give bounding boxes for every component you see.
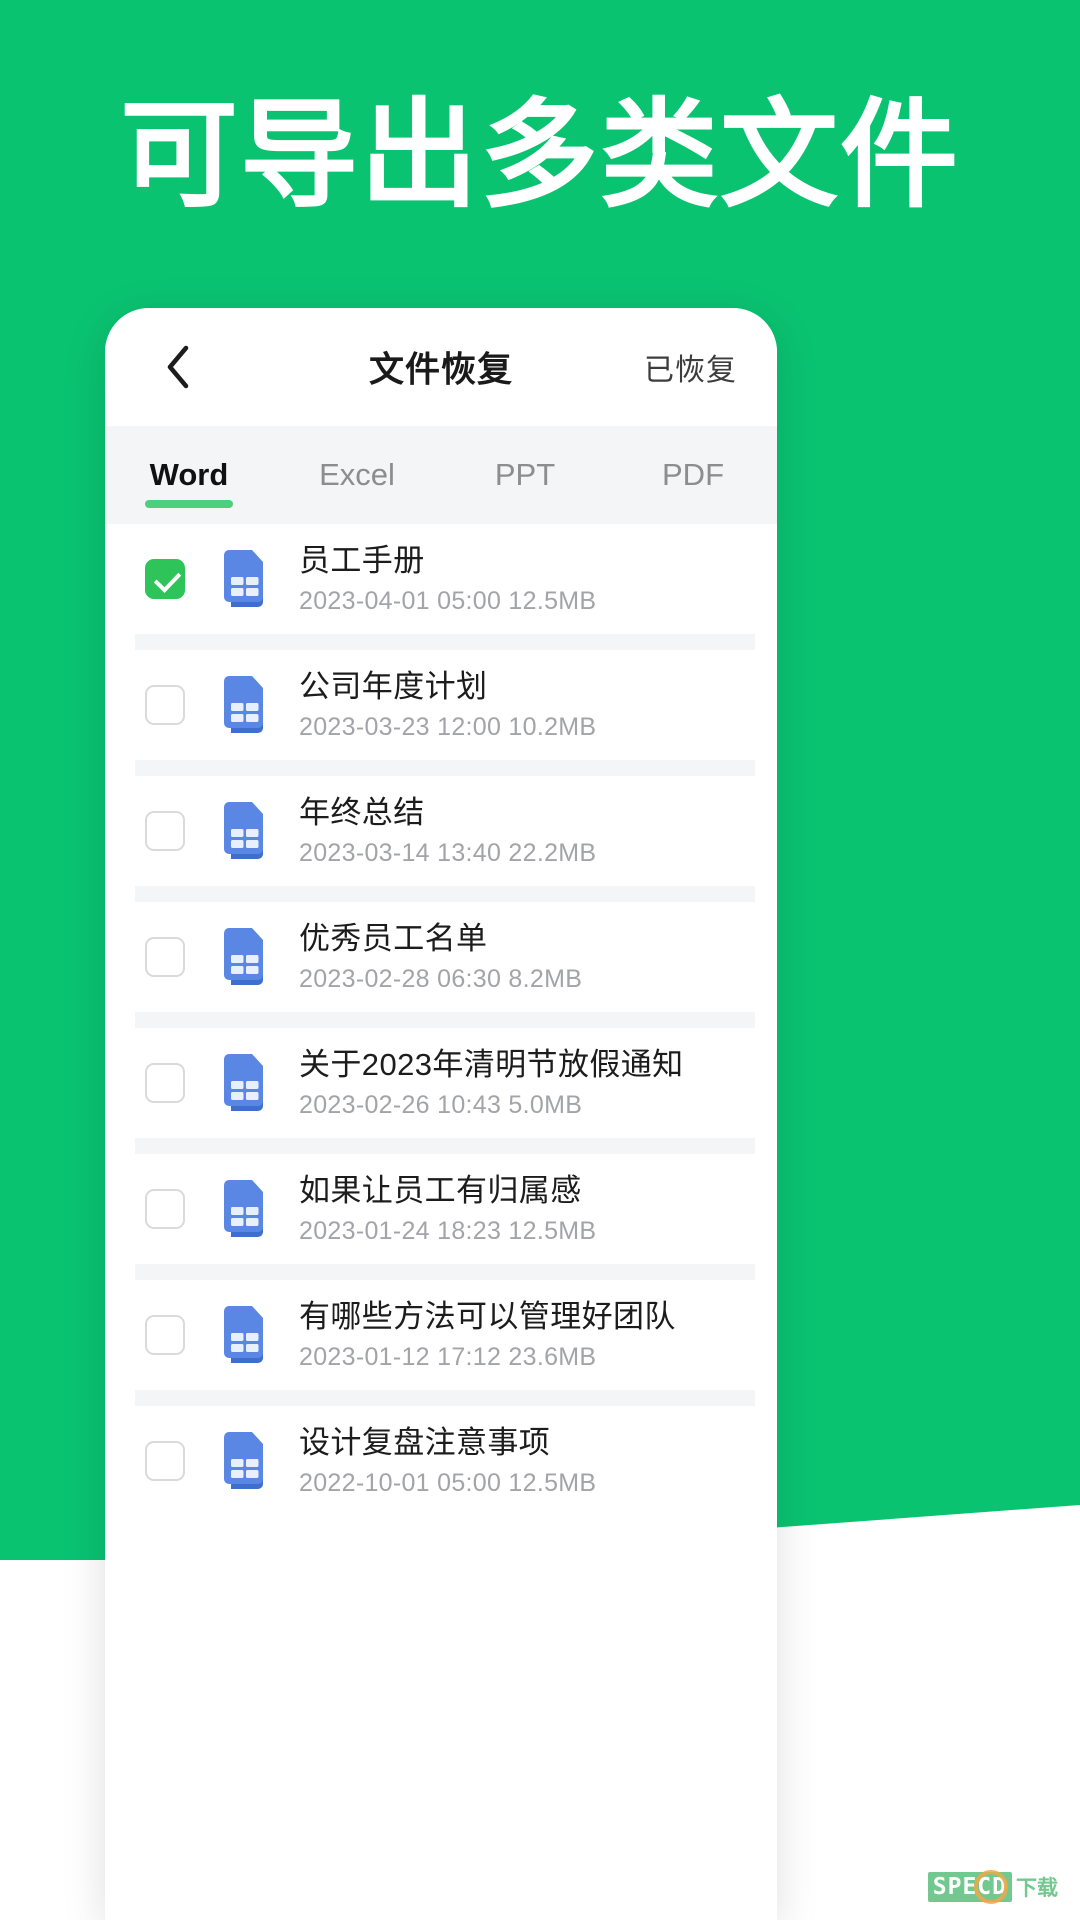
file-type-tabs: Word Excel PPT PDF: [105, 426, 777, 524]
file-row[interactable]: 关于2023年清明节放假通知 2023-02-26 10:43 5.0MB: [105, 1028, 777, 1138]
phone-mockup: 文件恢复 已恢复 Word Excel PPT PDF 员工手册 2023-04-…: [105, 308, 777, 1920]
file-subtext: 2023-02-26 10:43 5.0MB: [299, 1091, 583, 1120]
watermark-ring-icon: [973, 1870, 1008, 1904]
list-divider: [135, 1390, 755, 1406]
list-divider: [135, 1264, 755, 1280]
file-meta: 优秀员工名单 2023-02-28 06:30 8.2MB: [299, 920, 582, 995]
checkbox-unchecked[interactable]: [145, 811, 185, 851]
recovered-link[interactable]: 已恢复: [644, 345, 737, 389]
file-meta: 年终总结 2023-03-14 13:40 22.2MB: [299, 794, 596, 869]
promo-screenshot: 可导出多类文件 文件恢复 已恢复 Word Excel PPT PDF 员工手册…: [0, 0, 1080, 1920]
app-header: 文件恢复 已恢复: [105, 308, 777, 426]
file-list: 员工手册 2023-04-01 05:00 12.5MB 公司年度计划 2023-03…: [105, 524, 777, 1516]
file-subtext: 2023-01-12 17:12 23.6MB: [299, 1343, 597, 1372]
list-divider: [135, 760, 755, 776]
list-divider: [135, 886, 755, 902]
file-row[interactable]: 设计复盘注意事项 2022-10-01 05:00 12.5MB: [105, 1406, 777, 1516]
word-doc-icon: [219, 676, 269, 734]
list-divider: [135, 634, 755, 650]
edge-notch-top: [105, 524, 123, 642]
checkbox-unchecked[interactable]: [145, 1063, 185, 1103]
file-meta: 设计复盘注意事项 2022-10-01 05:00 12.5MB: [299, 1424, 596, 1499]
checkbox-unchecked[interactable]: [145, 1189, 185, 1229]
edge-notch-right: [759, 524, 777, 642]
file-subtext: 2023-04-01 05:00 12.5MB: [299, 587, 597, 616]
file-meta: 公司年度计划 2023-03-23 12:00 10.2MB: [299, 668, 596, 743]
edge-notch-bottom: [105, 650, 123, 768]
file-meta: 关于2023年清明节放假通知 2023-02-26 10:43 5.0MB: [299, 1046, 684, 1121]
file-row[interactable]: 公司年度计划 2023-03-23 12:00 10.2MB: [105, 650, 777, 760]
watermark: SPECD 下载: [927, 1870, 1058, 1904]
word-doc-icon: [219, 1054, 269, 1112]
file-subtext: 2023-03-14 13:40 22.2MB: [299, 839, 597, 868]
file-meta: 有哪些方法可以管理好团队 2023-01-12 17:12 23.6MB: [299, 1298, 676, 1373]
watermark-text: 下载: [1016, 1877, 1058, 1900]
word-doc-icon: [219, 550, 269, 608]
checkbox-checked[interactable]: [145, 559, 185, 599]
file-name: 关于2023年清明节放假通知: [299, 1046, 684, 1082]
checkbox-unchecked[interactable]: [145, 937, 185, 977]
file-name: 年终总结: [299, 794, 425, 830]
word-doc-icon: [219, 928, 269, 986]
file-meta: 员工手册 2023-04-01 05:00 12.5MB: [299, 542, 596, 617]
file-subtext: 2022-10-01 05:00 12.5MB: [299, 1469, 597, 1498]
file-subtext: 2023-01-24 18:23 12.5MB: [299, 1217, 597, 1246]
file-name: 如果让员工有归属感: [299, 1172, 582, 1208]
file-row[interactable]: 年终总结 2023-03-14 13:40 22.2MB: [105, 776, 777, 886]
checkbox-unchecked[interactable]: [145, 1441, 185, 1481]
word-doc-icon: [219, 1306, 269, 1364]
tab-ppt[interactable]: PPT: [441, 426, 609, 524]
checkbox-unchecked[interactable]: [145, 1315, 185, 1355]
file-row[interactable]: 员工手册 2023-04-01 05:00 12.5MB: [105, 524, 777, 634]
file-meta: 如果让员工有归属感 2023-01-24 18:23 12.5MB: [299, 1172, 596, 1247]
file-row[interactable]: 优秀员工名单 2023-02-28 06:30 8.2MB: [105, 902, 777, 1012]
file-subtext: 2023-03-23 12:00 10.2MB: [299, 713, 597, 742]
file-name: 公司年度计划: [299, 668, 488, 704]
tab-excel[interactable]: Excel: [273, 426, 441, 524]
file-subtext: 2023-02-28 06:30 8.2MB: [299, 965, 583, 994]
file-name: 设计复盘注意事项: [299, 1424, 551, 1460]
list-divider: [135, 1012, 755, 1028]
file-name: 员工手册: [299, 542, 425, 578]
file-name: 优秀员工名单: [299, 920, 488, 956]
file-row[interactable]: 有哪些方法可以管理好团队 2023-01-12 17:12 23.6MB: [105, 1280, 777, 1390]
headline-text: 可导出多类文件: [119, 90, 960, 222]
word-doc-icon: [219, 1180, 269, 1238]
tab-pdf[interactable]: PDF: [609, 426, 777, 524]
file-row[interactable]: 如果让员工有归属感 2023-01-24 18:23 12.5MB: [105, 1154, 777, 1264]
word-doc-icon: [219, 802, 269, 860]
file-name: 有哪些方法可以管理好团队: [299, 1298, 676, 1334]
list-divider: [135, 1138, 755, 1154]
checkbox-unchecked[interactable]: [145, 685, 185, 725]
tab-word[interactable]: Word: [105, 426, 273, 524]
word-doc-icon: [219, 1432, 269, 1490]
